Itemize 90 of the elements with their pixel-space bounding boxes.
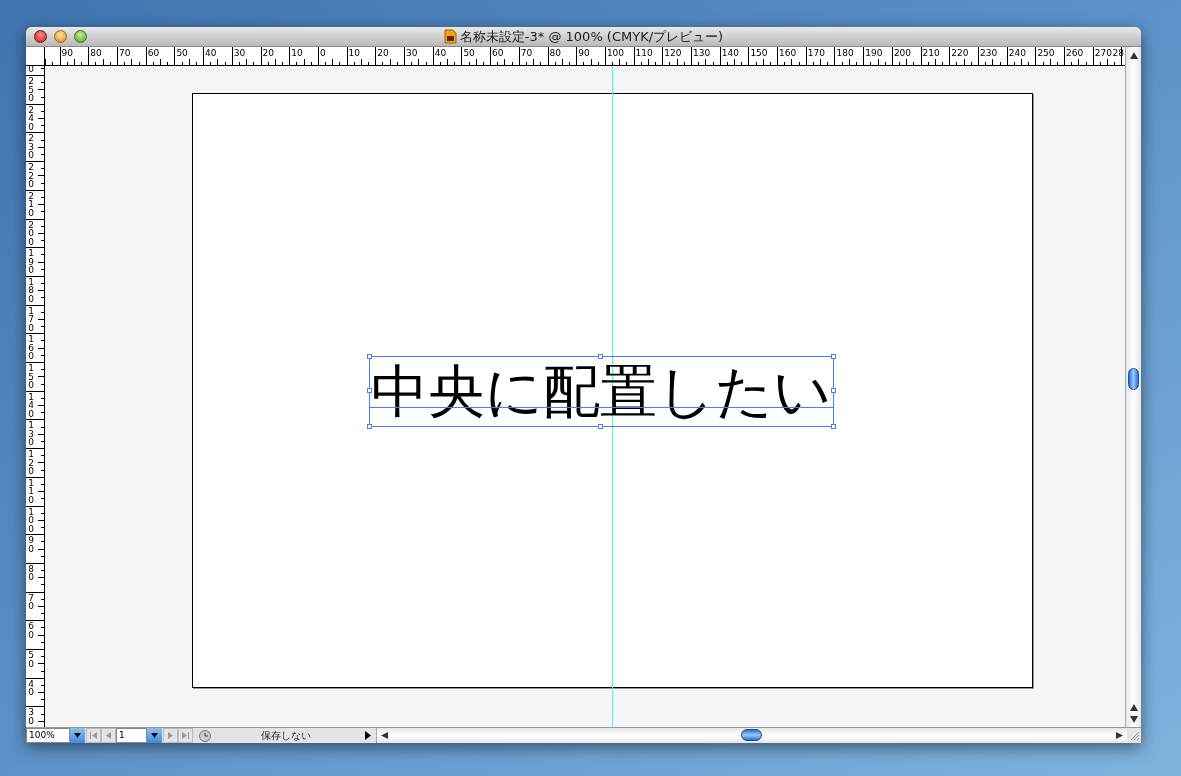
- ruler-label: 50: [176, 48, 188, 58]
- ruler-label: 70: [27, 593, 35, 611]
- status-menu-icon[interactable]: [365, 731, 371, 740]
- last-page-icon: [182, 732, 189, 739]
- ruler-label: 160: [27, 335, 35, 361]
- ruler-label: 270: [1094, 48, 1112, 58]
- ruler-label: 220: [27, 163, 35, 189]
- caret-icon: [74, 733, 81, 738]
- ruler-label: 40: [27, 679, 35, 697]
- ruler-label: 40: [205, 48, 217, 58]
- scroll-left-icon[interactable]: [381, 732, 388, 739]
- ruler-label: 20: [262, 48, 274, 58]
- ruler-label: 50: [463, 48, 475, 58]
- ruler-label: 60: [492, 48, 504, 58]
- ruler-label: 260: [1066, 48, 1084, 58]
- clock-icon[interactable]: [199, 729, 211, 742]
- scroll-up-icon[interactable]: [1130, 704, 1138, 711]
- ruler-label: 230: [980, 48, 998, 58]
- next-page-icon: [168, 732, 173, 739]
- ruler-label: 10: [348, 48, 361, 58]
- scroll-right-icon[interactable]: [1116, 732, 1123, 739]
- ruler-label: 190: [865, 48, 883, 58]
- ruler-label: 100: [27, 507, 35, 533]
- ruler-label: 90: [578, 48, 590, 58]
- scroll-thumb[interactable]: [741, 729, 762, 741]
- ruler-label: 170: [27, 306, 35, 333]
- ruler-label: 120: [27, 450, 35, 476]
- close-button[interactable]: [34, 30, 47, 43]
- ruler-label: 140: [721, 48, 739, 58]
- ruler-label: 100: [606, 48, 625, 58]
- resize-grip-icon[interactable]: [1130, 730, 1140, 741]
- ruler-label: 30: [233, 48, 246, 58]
- zoom-field[interactable]: 100%: [26, 728, 70, 743]
- ruler-label: 170: [807, 48, 825, 58]
- ruler-label: 180: [836, 48, 854, 58]
- ruler-label: 60: [147, 48, 160, 58]
- zoom-button[interactable]: [74, 30, 87, 43]
- ruler-label: 80: [27, 564, 35, 582]
- ruler-label: 240: [1008, 48, 1026, 58]
- ruler-label: 130: [693, 48, 711, 58]
- ruler-label: 0: [27, 66, 35, 74]
- guide-line[interactable]: [612, 66, 613, 727]
- vertical-scrollbar[interactable]: [1125, 47, 1141, 727]
- ruler-label: 200: [27, 220, 35, 246]
- horizontal-scrollbar[interactable]: [376, 728, 1127, 743]
- ruler-label: 80: [549, 48, 561, 58]
- ruler-label: 0: [319, 48, 326, 58]
- scroll-up-icon[interactable]: [1130, 52, 1138, 59]
- ruler-label: 110: [635, 48, 653, 58]
- ruler-label: 220: [951, 48, 969, 58]
- ruler-label: 140: [27, 392, 35, 419]
- first-page-icon: [90, 732, 97, 739]
- ruler-label: 90: [27, 536, 35, 554]
- ruler-label: 190: [27, 249, 35, 275]
- document-icon: [443, 29, 457, 44]
- ruler-label: 40: [434, 48, 447, 58]
- window-title: 名称未設定-3* @ 100% (CMYK/プレビュー): [459, 27, 724, 46]
- status-text: 保存しない: [260, 729, 312, 742]
- page-field[interactable]: 1: [116, 728, 147, 743]
- ruler-label: 110: [27, 478, 35, 505]
- ruler-label: 210: [27, 191, 35, 218]
- ruler-label: 160: [779, 48, 797, 58]
- ruler-label: 250: [27, 77, 35, 103]
- ruler-label: 30: [27, 708, 35, 726]
- ruler-label: 150: [750, 48, 768, 58]
- minimize-button[interactable]: [54, 30, 67, 43]
- ruler-label: 80: [90, 48, 102, 58]
- scroll-thumb[interactable]: [1128, 368, 1139, 390]
- ruler-label: 120: [664, 48, 682, 58]
- ruler-label: 60: [27, 622, 35, 640]
- caret-icon: [151, 733, 158, 738]
- ruler-label: 70: [119, 48, 131, 58]
- previous-page-icon: [106, 732, 111, 739]
- ruler-label: 90: [61, 48, 74, 58]
- ruler-label: 130: [27, 421, 35, 447]
- scroll-down-icon[interactable]: [1130, 716, 1138, 723]
- ruler-label: 240: [27, 105, 35, 132]
- ruler-label: 230: [27, 134, 35, 160]
- ruler-label: 30: [406, 48, 418, 58]
- ruler-label: 250: [1037, 48, 1055, 58]
- zoom-dropdown-button[interactable]: [70, 728, 85, 743]
- ruler-label: 200: [893, 48, 912, 58]
- ruler-label: 70: [520, 48, 533, 58]
- ruler-label: 210: [922, 48, 940, 58]
- ruler-label: 150: [27, 364, 35, 390]
- ruler-label: 50: [27, 651, 35, 668]
- ruler-label: 20: [377, 48, 389, 58]
- page-dropdown-button[interactable]: [147, 728, 162, 743]
- ruler-label: 180: [27, 277, 35, 304]
- ruler-label: 10: [291, 48, 303, 58]
